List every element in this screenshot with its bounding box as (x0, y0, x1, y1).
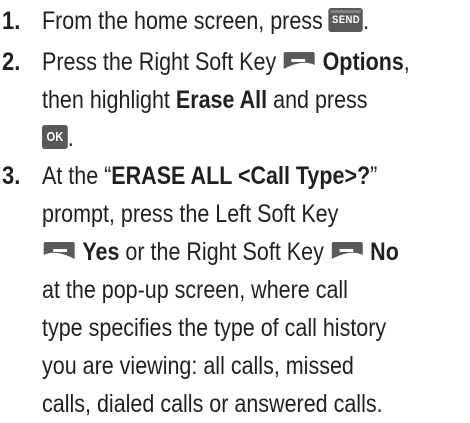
step-text: you are viewing: all calls, missed (42, 352, 354, 380)
step-line: Yes or the Right Soft Key No (42, 233, 399, 271)
instruction-steps: 1. From the home screen, press SEND. 2. … (0, 0, 470, 422)
soft-key-icon (330, 239, 364, 263)
step-line: calls, dialed calls or answered calls. (42, 385, 383, 423)
step-line: OK. (42, 119, 74, 157)
step-text: at the pop-up screen, where call (42, 276, 348, 304)
step-text: type specifies the type of call history (42, 314, 387, 342)
step-text: prompt, press the Left Soft Key (42, 200, 339, 228)
soft-key-icon (282, 49, 316, 73)
step-line: you are viewing: all calls, missed (42, 347, 354, 385)
erase-prompt-label: ERASE ALL <Call Type>? (111, 162, 371, 190)
step-text: then highlight (42, 86, 170, 114)
step-number: 3. (2, 162, 21, 190)
step-text: At the “ (42, 162, 112, 190)
step-text: ” (370, 162, 378, 190)
step-line: at the pop-up screen, where call (42, 271, 348, 309)
step-text: or the Right Soft Key (125, 238, 324, 266)
no-label: No (370, 238, 399, 266)
yes-label: Yes (82, 238, 120, 266)
step-text: and press (273, 86, 368, 114)
step-text: calls, dialed calls or answered calls. (42, 390, 383, 418)
step-line: then highlight Erase All and press (42, 81, 368, 119)
step-text: . (363, 7, 370, 35)
step-number: 2. (2, 48, 21, 76)
send-key-icon: SEND (328, 8, 364, 33)
step-number: 1. (2, 7, 21, 35)
step-line: From the home screen, press SEND. (42, 2, 369, 40)
step-line: type specifies the type of call history (42, 309, 386, 347)
ok-key-icon: OK (42, 125, 68, 150)
step-text: From the home screen, press (42, 7, 323, 35)
step-text: Press the Right Soft Key (42, 48, 277, 76)
erase-all-label: Erase All (175, 86, 268, 114)
step-line: Press the Right Soft Key Options, (42, 43, 410, 81)
options-label: Options (322, 48, 404, 76)
step-text: , (403, 48, 410, 76)
step-text: . (67, 124, 74, 152)
step-line: At the “ERASE ALL <Call Type>?” (42, 157, 377, 195)
soft-key-icon (42, 239, 76, 263)
step-line: prompt, press the Left Soft Key (42, 195, 338, 233)
